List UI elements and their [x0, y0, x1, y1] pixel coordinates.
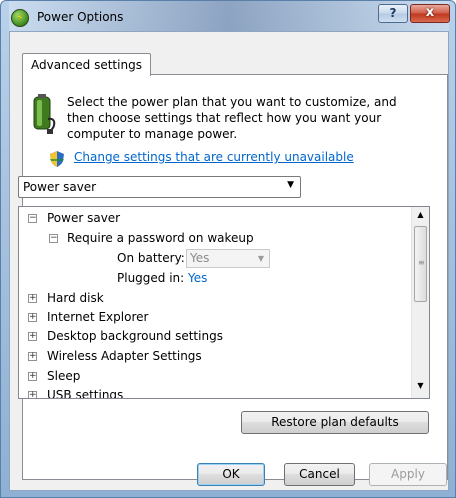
window-frame: ⚡ Power Options ? x Advanced settings Se…	[0, 0, 456, 498]
expand-icon[interactable]: +	[28, 372, 37, 381]
ok-button[interactable]: OK	[197, 463, 265, 486]
expand-icon[interactable]: +	[28, 294, 37, 303]
grip-icon: ≡	[418, 258, 425, 267]
tree-item-label: Hard disk	[47, 291, 104, 305]
tree-item-label: Internet Explorer	[47, 310, 149, 324]
scroll-down-icon[interactable]: ▼	[412, 381, 429, 395]
expand-icon[interactable]: +	[28, 352, 37, 361]
cancel-button[interactable]: Cancel	[284, 463, 355, 486]
change-settings-link[interactable]: Change settings that are currently unava…	[74, 150, 354, 164]
on-battery-value: Yes	[190, 251, 210, 265]
chevron-down-icon: ▼	[287, 180, 294, 190]
plugged-in-value[interactable]: Yes	[188, 271, 207, 285]
help-icon: ?	[389, 6, 397, 20]
scrollbar-thumb[interactable]: ≡	[414, 226, 427, 302]
window-title: Power Options	[37, 10, 124, 24]
chevron-down-icon: ▼	[257, 254, 264, 263]
plan-select[interactable]: Power saver ▼	[18, 176, 301, 198]
power-options-icon: ⚡	[11, 9, 29, 27]
intro-text: Select the power plan that you want to c…	[67, 95, 397, 141]
settings-tree[interactable]: − Power saver − Require a password on wa…	[18, 206, 430, 399]
on-battery-label: On battery:	[117, 251, 185, 265]
tree-item-label: USB settings	[47, 388, 124, 399]
help-button[interactable]: ?	[378, 4, 408, 23]
uac-shield-icon	[50, 151, 64, 167]
restore-defaults-button[interactable]: Restore plan defaults	[241, 411, 429, 434]
expand-icon[interactable]: +	[28, 313, 37, 322]
tree-item-label: Wireless Adapter Settings	[47, 349, 202, 363]
battery-plug-icon	[33, 94, 56, 134]
expand-icon[interactable]: +	[28, 332, 37, 341]
collapse-icon[interactable]: −	[28, 214, 37, 223]
plan-select-value: Power saver	[23, 180, 97, 194]
tree-item-label: Require a password on wakeup	[67, 231, 254, 245]
tree-item-label: Sleep	[47, 369, 81, 383]
plugged-in-label: Plugged in:	[117, 271, 185, 285]
collapse-icon[interactable]: −	[49, 234, 58, 243]
tree-scrollbar[interactable]: ▲ ≡ ▼	[411, 207, 429, 398]
plugged-in-row: Plugged in: Yes	[117, 269, 207, 287]
expand-icon[interactable]: +	[28, 391, 37, 398]
close-button[interactable]: x	[410, 4, 450, 23]
close-icon: x	[425, 5, 435, 20]
apply-button[interactable]: Apply	[369, 463, 447, 486]
on-battery-select[interactable]: Yes ▼	[186, 249, 270, 268]
scroll-up-icon[interactable]: ▲	[412, 210, 429, 224]
tab-advanced-settings[interactable]: Advanced settings	[22, 53, 151, 76]
tree-item-label: Power saver	[47, 211, 121, 225]
tree-item-label: Desktop background settings	[47, 329, 223, 343]
